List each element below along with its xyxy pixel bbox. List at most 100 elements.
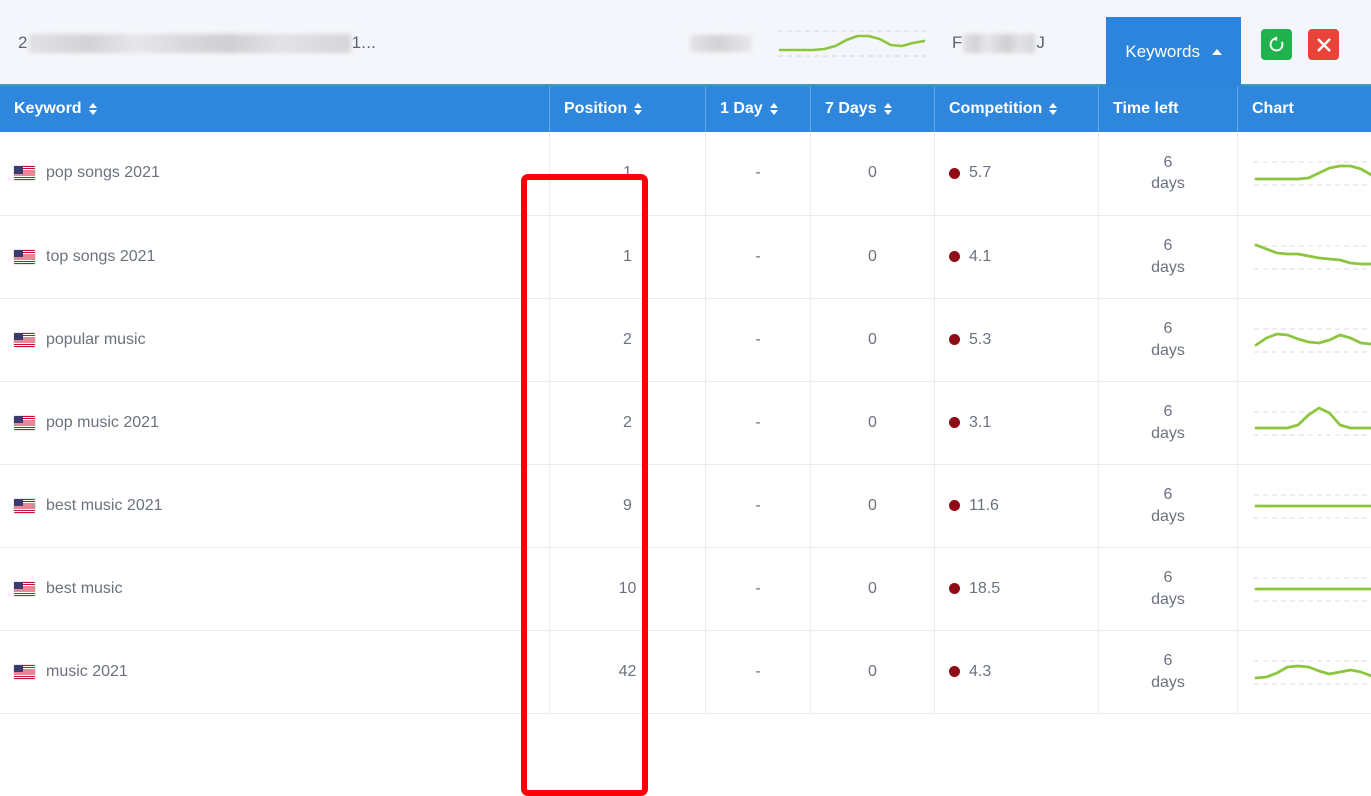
- column-header-keyword[interactable]: Keyword: [0, 86, 550, 132]
- sort-icon[interactable]: [89, 103, 97, 115]
- column-header-7-days[interactable]: 7 Days: [811, 86, 935, 132]
- cell-chart: [1238, 630, 1371, 713]
- cell-1-day: -: [706, 215, 811, 298]
- time-left-value: 6: [1164, 486, 1173, 503]
- cell-time-left: 6days: [1099, 381, 1238, 464]
- cell-time-left: 6days: [1099, 630, 1238, 713]
- column-label-7-days: 7 Days: [825, 100, 877, 118]
- competition-value: 4.1: [969, 248, 991, 266]
- competition-dot-icon: [949, 500, 960, 511]
- header-close-button[interactable]: [1308, 29, 1339, 60]
- keyword-text: best music: [46, 580, 122, 598]
- table-row[interactable]: music 202142-04.36days: [0, 630, 1371, 713]
- cell-position: 1: [550, 215, 706, 298]
- keyword-text: music 2021: [46, 663, 128, 681]
- sort-icon[interactable]: [884, 103, 892, 115]
- cell-competition: 5.3: [935, 298, 1099, 381]
- keywords-tab[interactable]: Keywords: [1106, 17, 1241, 86]
- cell-position: 1: [550, 132, 706, 215]
- us-flag-icon: [14, 499, 35, 513]
- cell-7-days: 0: [811, 547, 935, 630]
- cell-time-left: 6 days: [1099, 464, 1238, 547]
- table-row[interactable]: pop songs 20211-05.76days: [0, 132, 1371, 215]
- column-header-position[interactable]: Position: [550, 86, 706, 132]
- table-row[interactable]: top songs 20211-04.16days: [0, 215, 1371, 298]
- cell-time-left: 6days: [1099, 547, 1238, 630]
- cell-7-days: 0: [811, 464, 935, 547]
- keyword-text: best music 2021: [46, 497, 163, 515]
- header-code-prefix: F: [952, 33, 962, 53]
- time-left-value: 6: [1164, 569, 1173, 586]
- column-label-position: Position: [564, 100, 627, 118]
- sort-icon[interactable]: [770, 103, 778, 115]
- close-icon: [1315, 36, 1333, 54]
- cell-chart: [1238, 215, 1371, 298]
- row-sparkline: [1252, 149, 1371, 197]
- cell-position: 10: [550, 547, 706, 630]
- column-label-1-day: 1 Day: [720, 100, 763, 118]
- cell-1-day: -: [706, 381, 811, 464]
- us-flag-icon: [14, 582, 35, 596]
- column-label-chart: Chart: [1252, 100, 1294, 118]
- competition-value: 4.3: [969, 663, 991, 681]
- keywords-tab-label: Keywords: [1125, 42, 1200, 62]
- keyword-text: pop songs 2021: [46, 164, 160, 182]
- competition-dot-icon: [949, 334, 960, 345]
- competition-dot-icon: [949, 168, 960, 179]
- column-label-time-left: Time left: [1113, 100, 1179, 118]
- sort-icon[interactable]: [1049, 103, 1057, 115]
- table-row[interactable]: best music 20219-011.66days: [0, 464, 1371, 547]
- cell-competition: 3.1: [935, 381, 1099, 464]
- cell-keyword: top songs 2021: [0, 215, 550, 298]
- table-row[interactable]: best music 10-0 18.5 6days: [0, 547, 1371, 630]
- cell-keyword: music 2021: [0, 630, 550, 713]
- page-title-suffix: 1...: [352, 33, 376, 53]
- competition-value: 3.1: [969, 414, 991, 432]
- column-header-competition[interactable]: Competition: [935, 86, 1099, 132]
- row-sparkline: [1252, 565, 1371, 613]
- competition-value: 11.6: [969, 497, 999, 515]
- us-flag-icon: [14, 250, 35, 264]
- column-header-1-day[interactable]: 1 Day: [706, 86, 811, 132]
- cell-7-days: 0: [811, 215, 935, 298]
- column-label-keyword: Keyword: [14, 100, 82, 118]
- cell-1-day: -: [706, 547, 811, 630]
- time-left-value: 6: [1164, 237, 1173, 254]
- table-row[interactable]: popular music2-05.36days: [0, 298, 1371, 381]
- competition-value: 5.3: [969, 331, 991, 349]
- time-left-unit: days: [1151, 425, 1185, 442]
- cell-7-days: 0: [811, 132, 935, 215]
- time-left-unit: days: [1151, 508, 1185, 525]
- competition-dot-icon: [949, 417, 960, 428]
- caret-up-icon: [1212, 49, 1222, 55]
- sort-icon[interactable]: [634, 103, 642, 115]
- row-sparkline: [1252, 233, 1371, 281]
- keywords-table: Keyword Position 1 Day: [0, 86, 1371, 714]
- cell-keyword: pop songs 2021: [0, 132, 550, 215]
- cell-competition: 18.5: [935, 547, 1099, 630]
- us-flag-icon: [14, 333, 35, 347]
- keyword-text: popular music: [46, 331, 146, 349]
- page-title: 2 1...: [18, 33, 376, 53]
- app-header: 2 1... F J Keywords: [0, 0, 1371, 86]
- cell-7-days: 0: [811, 298, 935, 381]
- cell-competition: 11.6: [935, 464, 1099, 547]
- cell-competition: 5.7: [935, 132, 1099, 215]
- competition-value: 18.5: [969, 580, 1000, 598]
- table-row[interactable]: pop music 20212-0 3.1 6days: [0, 381, 1371, 464]
- cell-position: 2: [550, 381, 706, 464]
- competition-dot-icon: [949, 251, 960, 262]
- cell-chart: [1238, 381, 1371, 464]
- cell-chart: [1238, 464, 1371, 547]
- row-sparkline: [1252, 316, 1371, 364]
- refresh-button[interactable]: [1261, 29, 1292, 60]
- cell-7-days: 0: [811, 381, 935, 464]
- time-left-unit: days: [1151, 342, 1185, 359]
- page-title-prefix: 2: [18, 33, 28, 53]
- cell-keyword: pop music 2021: [0, 381, 550, 464]
- row-sparkline: [1252, 482, 1371, 530]
- keywords-table-container: Keyword Position 1 Day: [0, 86, 1371, 714]
- cell-7-days: 0: [811, 630, 935, 713]
- cell-1-day: -: [706, 464, 811, 547]
- us-flag-icon: [14, 166, 35, 180]
